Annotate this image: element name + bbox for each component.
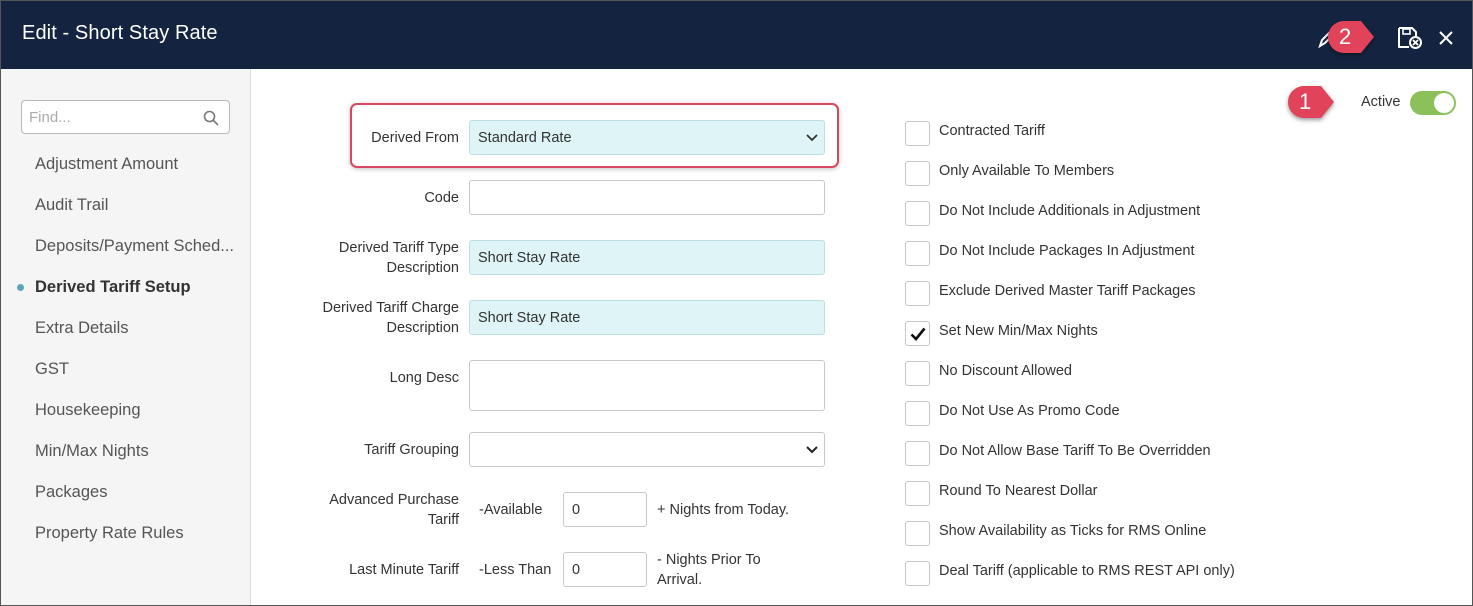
option-checkbox[interactable] [905,321,930,346]
option-checkbox[interactable] [905,161,930,186]
type-desc-label-line2: Description [386,260,459,276]
option-checkbox[interactable] [905,361,930,386]
advanced-purchase-input[interactable]: 0 [563,492,647,527]
sidebar-item-label: Derived Tariff Setup [35,278,191,296]
sidebar-item-housekeeping[interactable]: Housekeeping [1,390,251,431]
sidebar-item-label: Audit Trail [35,196,109,214]
option-label: Deal Tariff (applicable to RMS REST API … [939,563,1235,579]
last-minute-suffix-line2: Arrival. [657,572,703,588]
last-minute-value: 0 [572,561,581,578]
active-indicator-dot [17,284,24,291]
charge-desc-label: Derived Tariff Charge Description [291,298,459,338]
save-and-close-icon[interactable] [1396,25,1424,51]
long-desc-label: Long Desc [389,370,459,386]
dialog-title: Edit - Short Stay Rate [22,22,218,44]
advanced-purchase-prefix: -Available [479,502,543,518]
option-label: Contracted Tariff [939,123,1045,139]
advanced-purchase-label-line2: Tariff [427,512,459,528]
tariff-grouping-select[interactable] [469,432,825,467]
sidebar-item-label: Housekeeping [35,401,141,419]
last-minute-prefix: -Less Than [479,562,552,578]
last-minute-label: Last Minute Tariff [349,562,459,578]
sidebar-item-label: Deposits/Payment Sched... [35,237,235,255]
option-checkbox[interactable] [905,561,930,586]
last-minute-input[interactable]: 0 [563,552,647,587]
option-label: Round To Nearest Dollar [939,483,1098,499]
option-checkbox[interactable] [905,521,930,546]
close-icon[interactable] [1435,27,1457,49]
option-label: Do Not Include Additionals in Adjustment [939,203,1201,219]
derived-from-select[interactable]: Standard Rate [469,120,825,155]
charge-desc-value: Short Stay Rate [478,309,581,326]
sidebar-item-label: Property Rate Rules [35,524,184,542]
option-checkbox[interactable] [905,481,930,506]
callout-number: 2 [1339,24,1352,49]
option-label: Exclude Derived Master Tariff Packages [939,283,1196,299]
code-input[interactable] [469,180,825,215]
advanced-purchase-label-line1: Advanced Purchase [329,492,459,508]
charge-desc-input[interactable]: Short Stay Rate [469,300,825,335]
code-label: Code [424,190,459,206]
charge-desc-label-line1: Derived Tariff Charge [322,300,459,316]
option-checkbox[interactable] [905,121,930,146]
edit-dialog: Edit - Short Stay Rate 2 Find... Adjustm… [0,0,1473,606]
sidebar-item-adjustment-amount[interactable]: Adjustment Amount [1,144,251,185]
callout-badge-2: 2 [1327,20,1375,54]
tariff-grouping-label: Tariff Grouping [364,442,459,458]
chevron-down-icon [806,133,818,141]
search-icon[interactable] [203,110,219,126]
advanced-purchase-value: 0 [572,501,581,518]
sidebar: Adjustment Amount Audit Trail Deposits/P… [1,69,251,605]
checkmark-icon [910,327,926,341]
type-desc-label: Derived Tariff Type Description [301,238,459,278]
sidebar-item-label: Packages [35,483,108,501]
sidebar-item-audit-trail[interactable]: Audit Trail [1,185,251,226]
type-desc-input[interactable]: Short Stay Rate [469,240,825,275]
option-checkbox[interactable] [905,401,930,426]
option-label: Show Availability as Ticks for RMS Onlin… [939,523,1207,539]
last-minute-suffix-line1: - Nights Prior To [657,552,761,568]
sidebar-item-label: Extra Details [35,319,129,337]
option-checkbox[interactable] [905,441,930,466]
sidebar-item-label: Min/Max Nights [35,442,149,460]
sidebar-item-derived-tariff-setup[interactable]: Derived Tariff Setup [1,267,251,308]
long-desc-textarea[interactable] [469,360,825,411]
option-checkbox[interactable] [905,241,930,266]
derived-from-label: Derived From [371,130,459,146]
chevron-down-icon [806,445,818,453]
charge-desc-label-line2: Description [386,320,459,336]
option-label: Do Not Include Packages In Adjustment [939,243,1195,259]
option-label: No Discount Allowed [939,363,1072,379]
option-label: Only Available To Members [939,163,1115,179]
derived-from-value: Standard Rate [478,129,572,146]
advanced-purchase-suffix: + Nights from Today. [657,502,790,518]
sidebar-item-deposits-payment-schedule[interactable]: Deposits/Payment Sched... [1,226,251,267]
option-checkbox[interactable] [905,201,930,226]
option-label: Do Not Allow Base Tariff To Be Overridde… [939,443,1211,459]
callout-number: 1 [1299,89,1312,114]
find-box [21,100,230,134]
advanced-purchase-label: Advanced Purchase Tariff [311,490,459,530]
callout-badge-1: 1 [1287,85,1335,119]
option-label: Set New Min/Max Nights [939,323,1098,339]
sidebar-item-gst[interactable]: GST [1,349,251,390]
sidebar-item-min-max-nights[interactable]: Min/Max Nights [1,431,251,472]
find-input[interactable] [22,101,202,133]
type-desc-label-line1: Derived Tariff Type [338,240,459,256]
dialog-header: Edit - Short Stay Rate 2 [1,1,1472,69]
option-checkbox[interactable] [905,281,930,306]
sidebar-item-label: Adjustment Amount [35,155,179,173]
active-toggle[interactable] [1410,91,1456,115]
sidebar-item-property-rate-rules[interactable]: Property Rate Rules [1,513,251,554]
sidebar-nav: Adjustment Amount Audit Trail Deposits/P… [1,144,251,554]
sidebar-item-label: GST [35,360,69,378]
active-label: Active [1361,94,1401,110]
sidebar-item-packages[interactable]: Packages [1,472,251,513]
last-minute-suffix: - Nights Prior To Arrival. [657,550,761,590]
sidebar-item-extra-details[interactable]: Extra Details [1,308,251,349]
type-desc-value: Short Stay Rate [478,249,581,266]
toggle-knob [1434,93,1454,113]
option-label: Do Not Use As Promo Code [939,403,1120,419]
